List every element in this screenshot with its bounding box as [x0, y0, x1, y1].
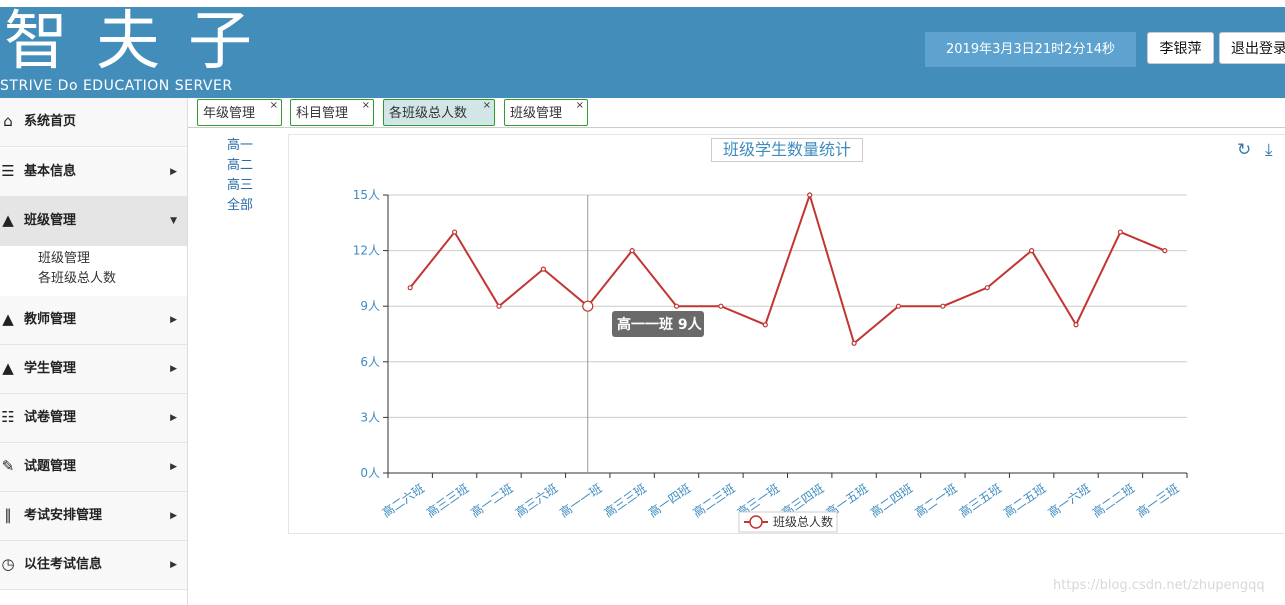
question-icon: ✎ — [1, 457, 15, 475]
top-header: 智夫子 STRIVE Do EDUCATION SERVER 2019年3月3日… — [0, 0, 1285, 98]
close-icon[interactable]: × — [270, 92, 278, 119]
refresh-icon[interactable]: ↻ — [1237, 141, 1251, 159]
chevron-down-icon: ▼ — [170, 216, 177, 226]
sidebar-item-exam-schedule[interactable]: ∥ 考试安排管理 ▶ — [0, 492, 187, 541]
watermark: https://blog.csdn.net/zhupengqq — [1053, 578, 1265, 593]
tab-subject-management[interactable]: 科目管理 × — [290, 99, 374, 126]
datetime-display: 2019年3月3日21时2分14秒 — [925, 32, 1136, 67]
sidebar-item-past-exams[interactable]: ◷ 以往考试信息 ▶ — [0, 541, 187, 590]
tab-label: 各班级总人数 — [389, 106, 468, 121]
close-icon[interactable]: × — [483, 92, 491, 119]
sidebar-item-student-management[interactable]: ▲ 学生管理 ▶ — [0, 345, 187, 394]
teacher-icon: ▲ — [2, 310, 14, 328]
tab-label: 科目管理 — [296, 106, 349, 121]
chart-panel — [288, 134, 1285, 534]
sidebar-item-basic-info[interactable]: ☰ 基本信息 ▶ — [0, 148, 187, 197]
chevron-right-icon: ▶ — [170, 462, 177, 472]
sidebar-item-label: 基本信息 — [24, 164, 77, 179]
chevron-right-icon: ▶ — [170, 413, 177, 423]
sidebar-item-paper-management[interactable]: ☷ 试卷管理 ▶ — [0, 394, 187, 443]
sidebar-item-label: 考试安排管理 — [24, 508, 103, 523]
chevron-right-icon: ▶ — [170, 364, 177, 374]
class-submenu: 班级管理 各班级总人数 — [0, 246, 187, 297]
chevron-right-icon: ▶ — [170, 511, 177, 521]
grade-link-3[interactable]: 高三 — [227, 176, 253, 196]
tab-class-management[interactable]: 班级管理 × — [504, 99, 588, 126]
logo: 智夫子 — [4, 5, 280, 79]
tab-label: 年级管理 — [203, 106, 256, 121]
books-icon: ∥ — [4, 506, 12, 524]
submenu-item-class-management[interactable]: 班级管理 — [38, 247, 90, 266]
close-icon[interactable]: × — [576, 92, 584, 119]
sidebar: ⌂ 系统首页 ☰ 基本信息 ▶ ▲ 班级管理 ▼ 班级管理 各班级总人数 ▲ 教… — [0, 98, 188, 605]
logout-button[interactable]: 退出登录 — [1219, 32, 1285, 64]
grade-link-2[interactable]: 高二 — [227, 156, 253, 176]
user-button[interactable]: 李银萍 — [1147, 32, 1214, 64]
sidebar-item-label: 班级管理 — [24, 213, 77, 228]
tab-bar: 年级管理 × 科目管理 × 各班级总人数 × 班级管理 × — [188, 98, 1285, 128]
class-user-icon: ▲ — [2, 211, 14, 229]
sidebar-item-label: 试卷管理 — [24, 410, 77, 425]
download-icon[interactable]: ⤓ — [1265, 141, 1273, 159]
close-icon[interactable]: × — [362, 92, 370, 119]
sidebar-item-label: 教师管理 — [24, 312, 77, 327]
id-card-icon: ☰ — [1, 162, 15, 180]
grade-filter-list: 高一 高二 高三 全部 — [227, 136, 253, 216]
grade-link-1[interactable]: 高一 — [227, 136, 253, 156]
paper-icon: ☷ — [1, 408, 15, 426]
grade-link-all[interactable]: 全部 — [227, 196, 253, 216]
logo-subtitle: STRIVE Do EDUCATION SERVER — [0, 78, 233, 94]
tab-label: 班级管理 — [510, 106, 563, 121]
submenu-item-class-totals[interactable]: 各班级总人数 — [38, 267, 116, 286]
sidebar-item-label: 试题管理 — [24, 459, 77, 474]
home-icon: ⌂ — [3, 112, 13, 130]
tab-class-totals[interactable]: 各班级总人数 × — [383, 99, 495, 126]
clock-icon: ◷ — [1, 555, 15, 573]
sidebar-item-label: 以往考试信息 — [24, 557, 103, 572]
sidebar-item-label: 学生管理 — [24, 361, 77, 376]
chevron-right-icon: ▶ — [170, 560, 177, 570]
tab-grade-management[interactable]: 年级管理 × — [197, 99, 282, 126]
sidebar-item-teacher-management[interactable]: ▲ 教师管理 ▶ — [0, 296, 187, 345]
sidebar-item-label: 系统首页 — [24, 114, 77, 129]
chevron-right-icon: ▶ — [170, 315, 177, 325]
student-icon: ▲ — [2, 359, 14, 377]
sidebar-item-question-management[interactable]: ✎ 试题管理 ▶ — [0, 443, 187, 492]
chart-title: 班级学生数量统计 — [711, 138, 863, 162]
sidebar-item-home[interactable]: ⌂ 系统首页 — [0, 98, 187, 147]
chevron-right-icon: ▶ — [170, 167, 177, 177]
sidebar-item-class-management[interactable]: ▲ 班级管理 ▼ — [0, 197, 187, 246]
